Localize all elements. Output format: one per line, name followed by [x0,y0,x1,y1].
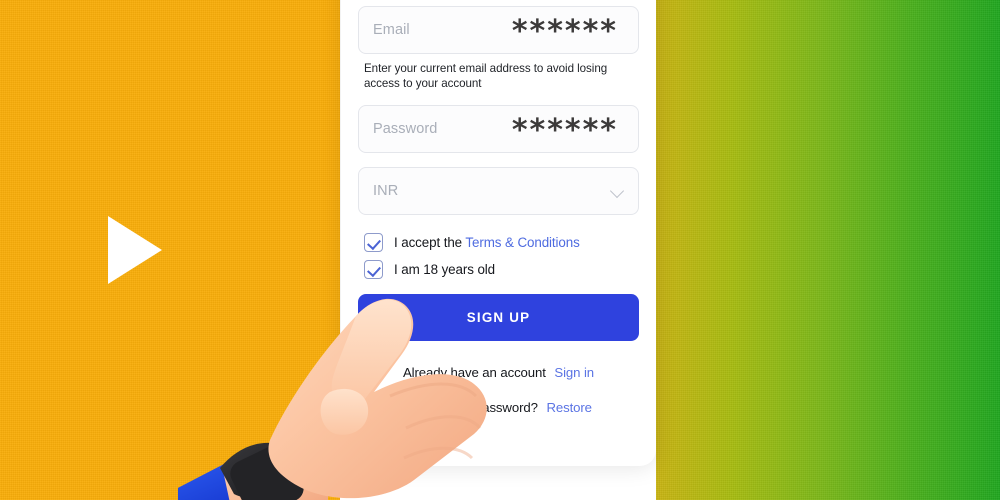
checkbox-terms[interactable] [364,232,383,252]
right-background-panel [656,0,1000,500]
sign-in-link[interactable]: Sign in [554,365,594,380]
email-field[interactable]: Email ****** [358,6,639,54]
email-field-placeholder: Email [373,22,410,38]
email-field-value: ****** [511,14,618,49]
chevron-down-icon [611,184,624,197]
currency-select-value: INR [373,182,399,199]
email-helper-text: Enter your current email address to avoi… [364,62,608,91]
password-field[interactable]: Password ****** [358,104,639,153]
checkbox-age[interactable] [364,259,383,279]
checkbox-row-terms[interactable]: I accept the Terms & Conditions [364,232,639,252]
checkbox-age-label: I am 18 years old [394,261,496,277]
screenshot-stage: Email ****** Enter your current email ad… [0,0,1000,500]
right-background-noise [656,0,1000,500]
pointing-hand-3d-icon [178,288,508,500]
password-field-value: ****** [511,112,618,148]
checkbox-terms-label: I accept the Terms & Conditions [394,235,580,250]
play-icon[interactable] [108,216,162,284]
checkbox-row-age[interactable]: I am 18 years old [364,259,639,279]
terms-and-conditions-link[interactable]: Terms & Conditions [465,235,579,250]
currency-select[interactable]: INR [358,166,639,215]
checkbox-terms-text: I accept the [394,234,463,250]
password-field-placeholder: Password [373,120,438,137]
thumb-shape [320,388,369,435]
restore-link[interactable]: Restore [546,400,592,415]
agreement-checkbox-group: I accept the Terms & Conditions I am 18 … [364,232,639,279]
